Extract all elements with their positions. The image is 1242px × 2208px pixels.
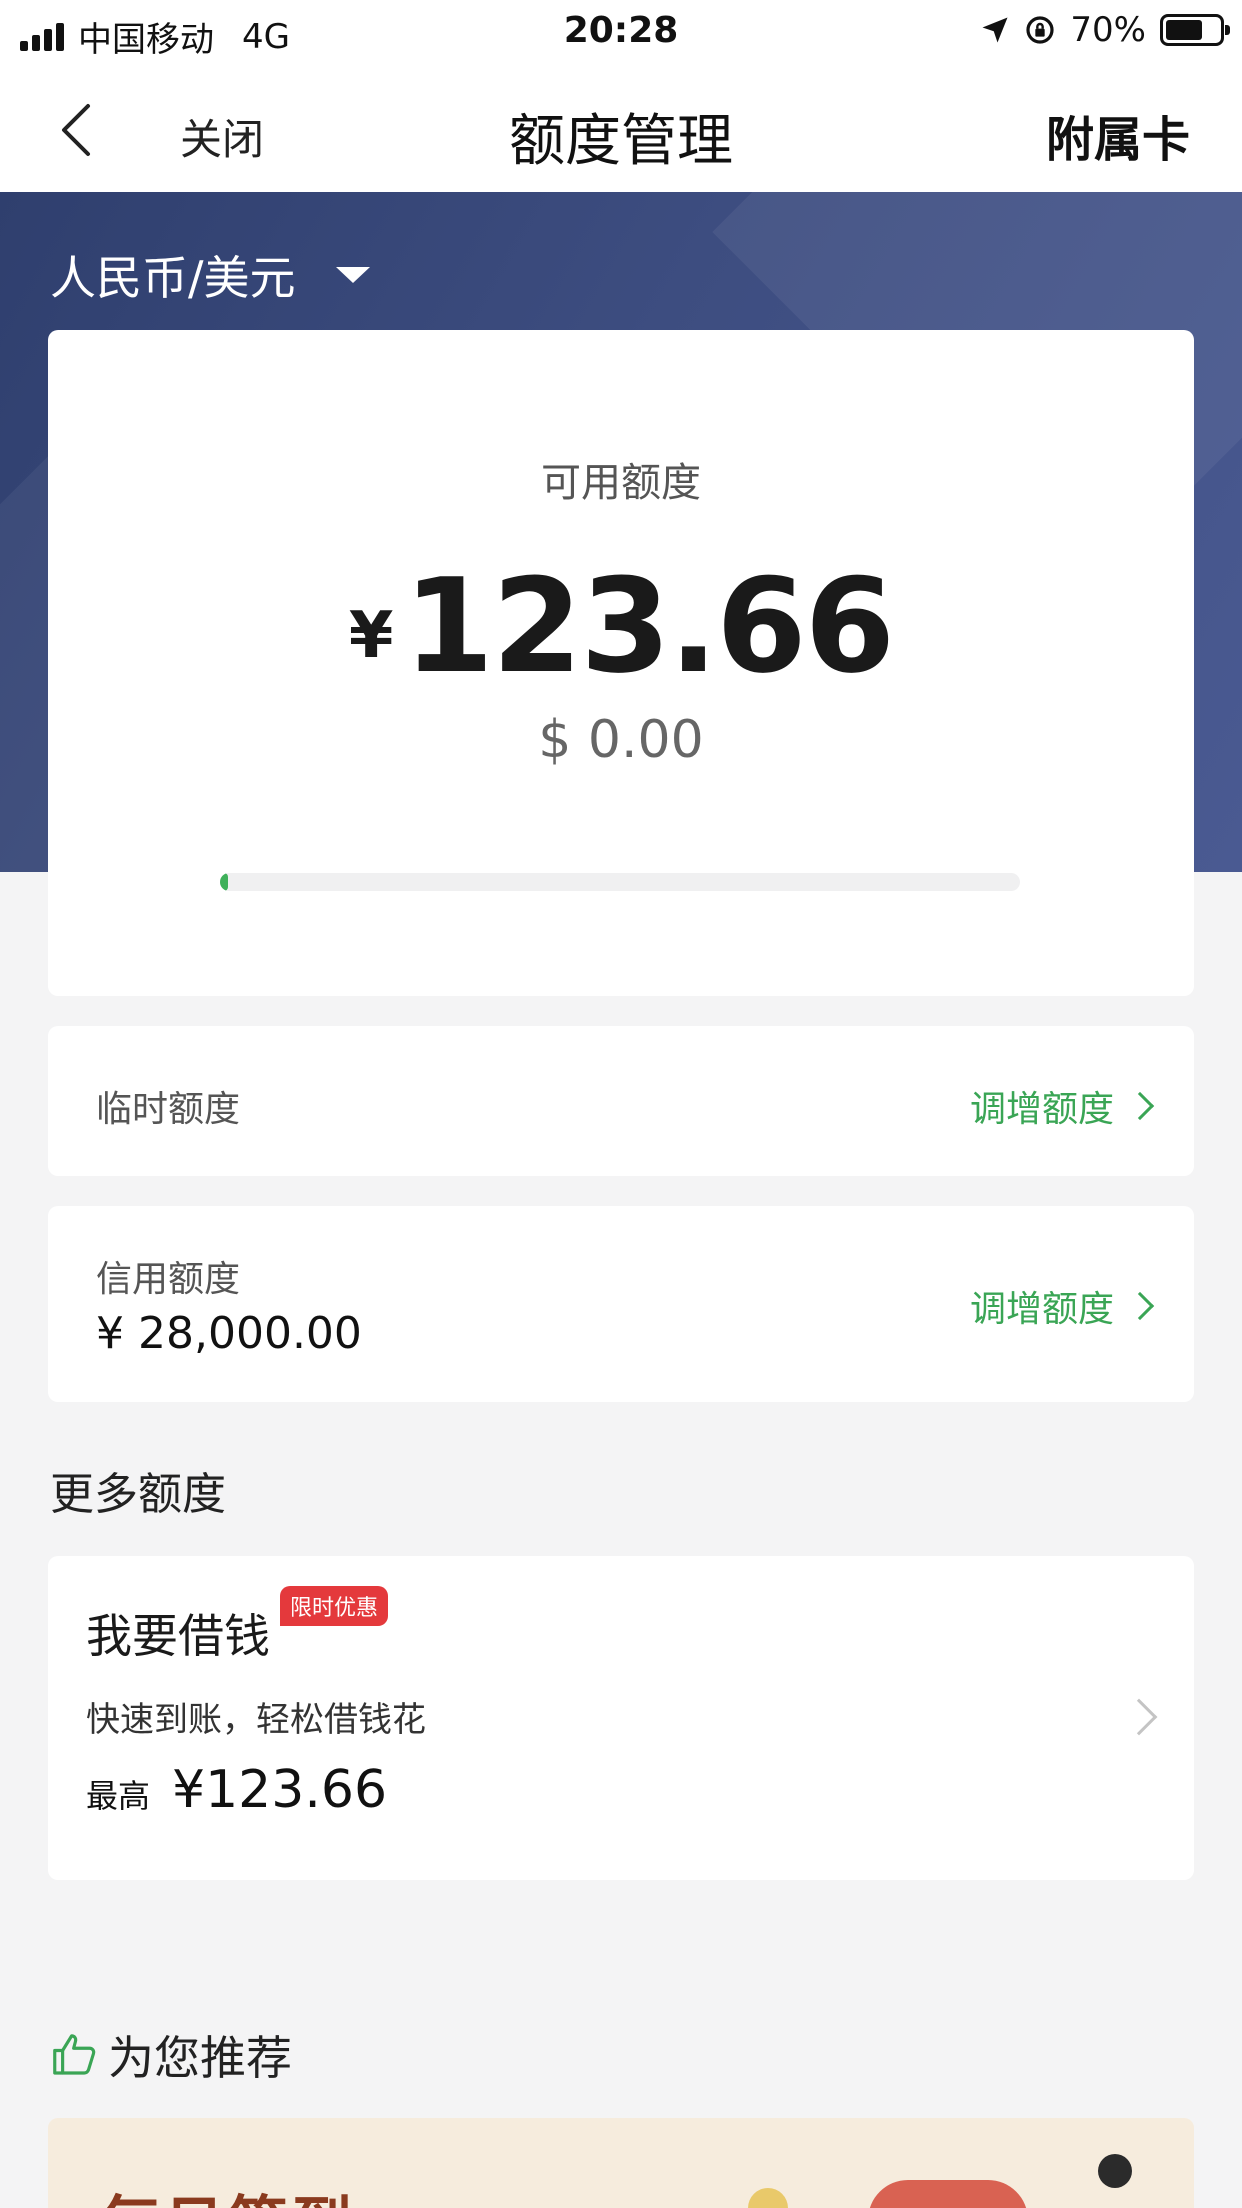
loan-max-amount: 最高 ¥123.66 [86,1760,387,1820]
credit-limit-amount: ¥ 28,000.00 [96,1308,362,1359]
credit-limit-card[interactable]: 信用额度 ¥ 28,000.00 调增额度 [48,1206,1194,1402]
rotation-lock-icon [1026,16,1055,44]
credit-increase-label: 调增额度 [969,1289,1114,1330]
temporary-limit-card[interactable]: 临时额度 调增额度 [48,1026,1194,1176]
limited-offer-badge: 限时优惠 [280,1586,389,1626]
credit-increase-link[interactable]: 调增额度 [969,1280,1155,1332]
currency-selector-value: 人民币/美元 [50,251,296,305]
nav-bar: 关闭 额度管理 附属卡 [0,64,1242,192]
limit-progress-fill [220,873,228,891]
temporary-increase-label: 调增额度 [969,1089,1114,1130]
available-amount-value: 123.66 [403,550,895,702]
gift-decoration-icon [868,2180,1028,2208]
available-limit-label: 可用额度 [541,460,701,506]
banner-title: 每日签到 [100,2176,356,2208]
more-limits-title: 更多额度 [50,1469,226,1520]
currency-selector[interactable]: 人民币/美元 [50,242,370,308]
location-arrow-icon [982,17,1008,43]
status-bar: 中国移动 4G 20:28 70% [0,0,1242,64]
limit-progress-bar [220,873,1020,891]
chevron-right-icon [1120,1698,1158,1736]
battery-icon [1160,14,1230,46]
temporary-limit-label: 临时额度 [96,1089,241,1130]
thumbs-up-icon [53,2034,96,2075]
dropdown-caret-icon [335,267,370,283]
currency-symbol: ¥ [348,599,394,673]
chevron-right-icon [1125,1291,1155,1321]
loan-description: 快速到账，轻松借钱花 [86,1700,426,1740]
loan-title: 我要借钱 [86,1609,270,1663]
credit-limit-label: 信用额度 [96,1259,241,1300]
recommend-title: 为您推荐 [108,2031,292,2085]
person-decoration-icon [1098,2154,1132,2188]
available-limit-amount: ¥123.66 [48,550,1194,702]
supplementary-card-button[interactable]: 附属卡 [1046,100,1190,170]
battery-percent: 70% [1070,10,1146,50]
status-right: 70% [980,10,1230,50]
usd-amount: $ 0.00 [538,710,704,770]
temporary-increase-link[interactable]: 调增额度 [969,1080,1155,1132]
chevron-right-icon [1125,1091,1155,1121]
loan-card[interactable]: 我要借钱 限时优惠 快速到账，轻松借钱花 最高 ¥123.66 [48,1556,1194,1880]
recommend-title-row: 为您推荐 [48,2022,292,2088]
loan-max-value: ¥123.66 [172,1760,388,1820]
coin-decoration-icon [748,2188,788,2208]
daily-checkin-banner[interactable]: 每日签到 [48,2118,1194,2208]
available-limit-card: 可用额度 ¥123.66 $ 0.00 [48,330,1194,996]
loan-max-label: 最高 [86,1777,151,1815]
